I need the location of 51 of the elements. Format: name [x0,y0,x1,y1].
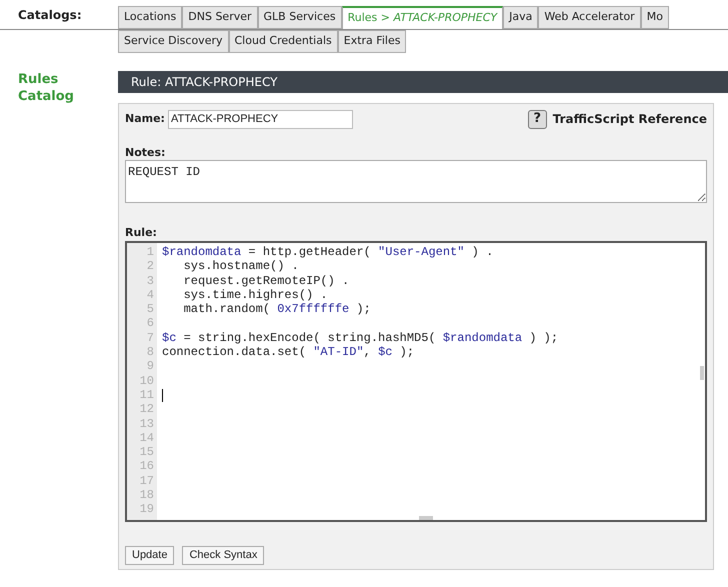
line-number: 15 [140,445,154,460]
catalog-tab[interactable]: Extra Files [338,30,406,53]
line-number: 7 [146,330,154,346]
notes-label: Notes: [125,146,166,160]
line-number: 6 [146,316,154,331]
catalog-tab[interactable]: Cloud Credentials [228,30,338,53]
line-number: 10 [140,374,154,388]
line-number: 11 [140,388,154,402]
action-button[interactable]: Check Syntax [182,546,264,565]
catalogs-label: Catalogs: [18,6,82,24]
line-number: 3 [146,274,154,288]
line-number: 17 [140,474,154,488]
code-editor[interactable] [125,241,707,522]
line-number: 19 [140,502,154,517]
help-icon[interactable]: ? [528,110,547,128]
line-number: 1 [146,245,154,260]
action-button[interactable]: Update [125,546,174,565]
code-line: math.random( 0x7ffffffe ); [182,302,371,316]
line-number: 2 [146,259,154,274]
catalog-tab[interactable]: Java [503,6,538,29]
resize-handle[interactable] [419,516,433,520]
line-number: 12 [140,402,154,417]
line-number: 14 [140,430,154,446]
scrollbar-thumb[interactable] [700,366,704,380]
catalog-tab[interactable]: Mo [640,6,669,29]
name-label: Name: [125,110,165,127]
notes-field[interactable]: REQUEST ID [125,160,707,203]
catalog-tab[interactable]: Service Discovery [118,30,228,53]
catalog-tab[interactable]: Web Accelerator [538,6,641,29]
panel-title: Rule: ATTACK-PROPHECY [131,74,278,91]
code-line: $randomdata = http.getHeader( "User-Agent" ) . [162,245,494,260]
catalog-tab[interactable]: DNS Server [182,6,258,29]
line-number: 18 [140,488,154,502]
name-field[interactable]: ATTACK-PROPHECY [168,110,353,128]
rule-label: Rule: [125,226,158,240]
catalog-tab[interactable]: Rules > ATTACK-PROPHECY [342,6,504,29]
line-number: 13 [140,416,154,431]
line-number: 9 [146,359,154,374]
reference-link[interactable]: TrafficScript Reference [552,110,707,128]
sidebar-title: Rules Catalog [18,71,75,105]
line-number: 16 [140,459,154,474]
catalog-tab[interactable]: GLB Services [258,6,342,29]
line-number: 4 [146,288,154,302]
code-line: $c = string.hexEncode( string.hashMD5( $randomdata ) ); [162,330,558,346]
line-number: 8 [146,345,154,360]
code-line: sys.time.highres() . [182,288,328,302]
code-line: request.getRemoteIP() . [182,274,350,288]
code-line: sys.hostname() . [182,259,299,274]
catalog-tab[interactable]: Locations [118,6,182,29]
line-number: 5 [146,302,154,316]
code-line: connection.data.set( "AT-ID", $c ); [162,345,414,360]
